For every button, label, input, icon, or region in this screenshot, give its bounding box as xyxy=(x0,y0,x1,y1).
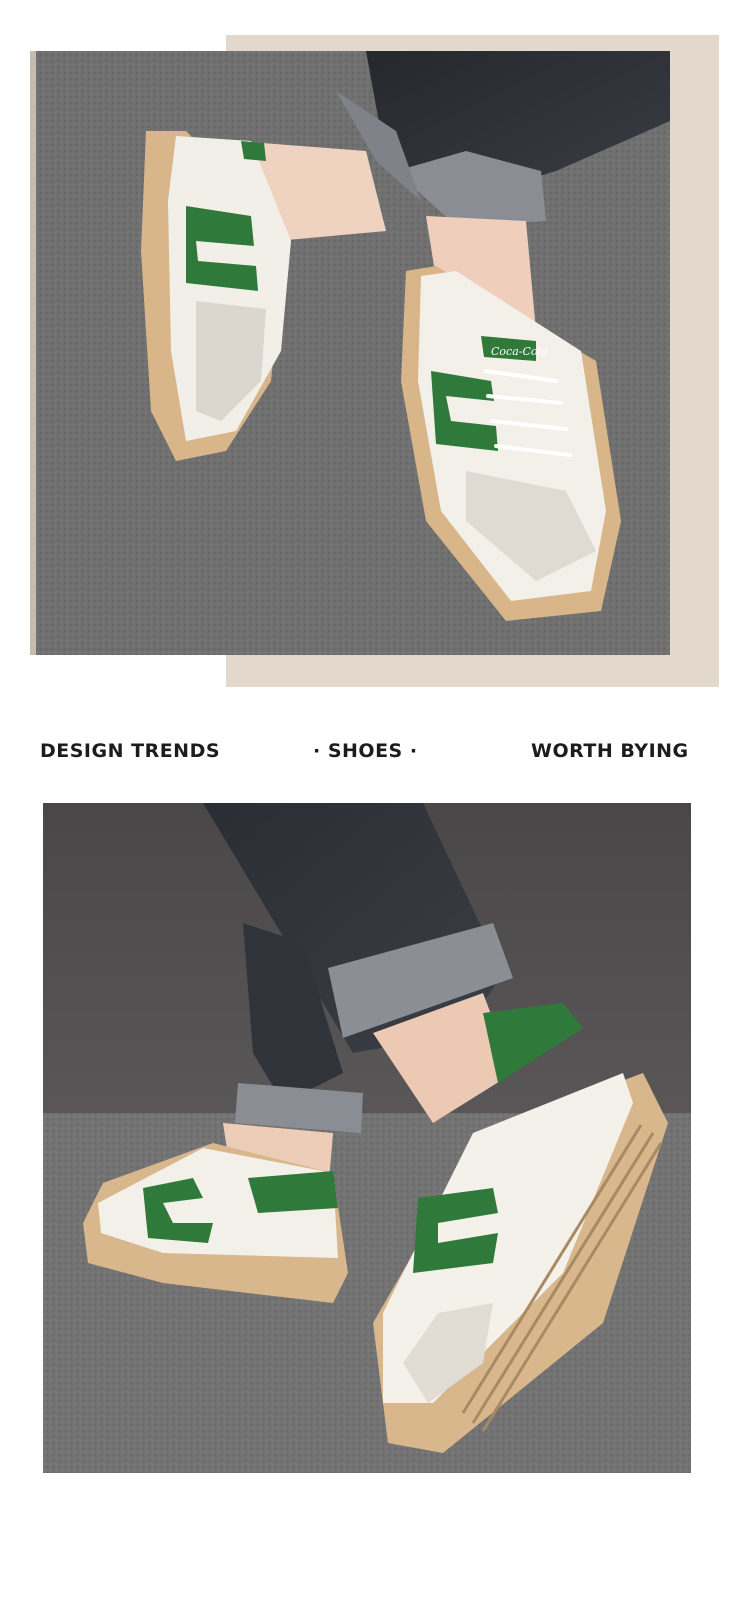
tagline-worth-buying: WORTH BYING xyxy=(531,740,689,762)
tagline-row: DESIGN TRENDS · SHOES · WORTH BYING xyxy=(0,732,750,772)
tagline-design-trends: DESIGN TRENDS xyxy=(40,740,221,762)
product-detail-page: Coca-Cola DESIGN TRENDS · SHOES · WORTH … xyxy=(0,0,750,1600)
sneakers-side-view-image xyxy=(43,803,691,1473)
tongue-logo-text: Coca-Cola xyxy=(491,345,548,358)
product-photo-bottom xyxy=(43,803,691,1473)
tagline-shoes: · SHOES · xyxy=(313,740,418,762)
product-photo-top: Coca-Cola xyxy=(30,51,670,655)
sneakers-top-view-image: Coca-Cola xyxy=(36,51,670,655)
